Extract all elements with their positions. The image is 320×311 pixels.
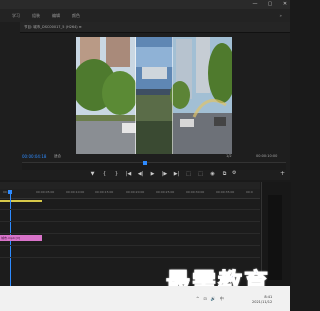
tick-label: 00:0 — [246, 190, 253, 194]
monitor-scrubber[interactable] — [22, 162, 286, 170]
monitor-playhead-handle[interactable] — [143, 161, 147, 165]
minimize-button[interactable]: — — [252, 1, 258, 7]
source-panel — [0, 22, 21, 180]
settings-icon[interactable]: ⚙ — [232, 170, 236, 176]
input-method-icon[interactable]: 中 — [220, 296, 224, 302]
comparison-view-icon[interactable]: ⧉ — [220, 171, 229, 177]
timeline-ruler[interactable]: 00:00 00:00:05:00 00:00:10:00 00:00:15:0… — [0, 189, 260, 199]
transport-controls: ▼ { } |◀ ◀| ▶ |▶ ▶| ⬚ ⬚ ◉ ⧉ — [88, 170, 229, 177]
close-button[interactable]: ✕ — [282, 1, 288, 7]
video-frame-image — [76, 37, 232, 154]
tab-learn[interactable]: 学习 — [0, 10, 26, 22]
tick-label: 00:00:35:00 — [216, 190, 235, 194]
mark-in-icon[interactable]: { — [100, 171, 109, 177]
track-divider — [0, 245, 260, 246]
track-divider — [0, 209, 260, 210]
tick-label: 00:00:30:00 — [186, 190, 205, 194]
tick-label: 00:00:20:00 — [126, 190, 145, 194]
tick-label: 00:00:05:00 — [36, 190, 55, 194]
timeline-header — [0, 182, 260, 189]
system-tray: ^ ⊡ 🔊 中 — [196, 296, 224, 302]
maximize-button[interactable]: ▢ — [267, 1, 273, 7]
volume-icon[interactable]: 🔊 — [211, 296, 216, 302]
duration-timecode: 00:00:10:00 — [256, 154, 278, 158]
button-editor-add-icon[interactable]: + — [280, 170, 285, 177]
step-forward-icon[interactable]: |▶ — [160, 171, 169, 177]
playhead-timecode[interactable]: 00:00:04:18 — [22, 154, 46, 159]
play-icon[interactable]: ▶ — [148, 171, 157, 177]
clock-date: 2021/11/12 — [252, 300, 273, 304]
track-divider — [0, 257, 260, 258]
resolution-select[interactable]: 1/2 — [226, 154, 232, 158]
export-frame-icon[interactable]: ◉ — [208, 171, 217, 177]
tick-label: 00:00:25:00 — [156, 190, 175, 194]
video-preview — [76, 37, 232, 154]
tab-edit[interactable]: 编辑 — [46, 10, 66, 22]
windows-taskbar — [0, 286, 290, 311]
extract-icon[interactable]: ⬚ — [196, 171, 205, 177]
mark-out-icon[interactable]: } — [112, 171, 121, 177]
zoom-fit-select[interactable]: 适合 — [54, 154, 61, 159]
workspace-tabs: 学习 组装 编辑 颜色 » — [0, 9, 290, 22]
tray-chevron-icon[interactable]: ^ — [196, 296, 199, 302]
go-to-out-icon[interactable]: ▶| — [172, 171, 181, 177]
program-monitor-title[interactable]: 节目: 城市_DSC00017_5 (H264) ≡ — [24, 25, 82, 30]
lift-icon[interactable]: ⬚ — [184, 171, 193, 177]
window-controls: — ▢ ✕ — [252, 1, 288, 7]
add-marker-icon[interactable]: ▼ — [88, 171, 97, 177]
tab-color[interactable]: 颜色 — [66, 10, 86, 22]
tray-app-icon[interactable]: ⊡ — [203, 296, 206, 302]
more-tabs-icon[interactable]: » — [274, 10, 290, 22]
tick-label: 00:00:15:00 — [95, 190, 114, 194]
step-back-icon[interactable]: ◀| — [136, 171, 145, 177]
audio-meter-bars — [268, 195, 282, 280]
track-divider — [0, 221, 260, 222]
track-divider — [0, 233, 260, 234]
tick-label: 00:00:10:00 — [66, 190, 85, 194]
taskbar-clock[interactable]: 8:41 2021/11/12 — [252, 295, 272, 305]
title-bar: — ▢ ✕ — [0, 0, 290, 9]
tab-assembly[interactable]: 组装 — [26, 10, 46, 22]
timeline-clip[interactable]: 城市.mp4 [V] — [0, 235, 42, 241]
go-to-in-icon[interactable]: |◀ — [124, 171, 133, 177]
